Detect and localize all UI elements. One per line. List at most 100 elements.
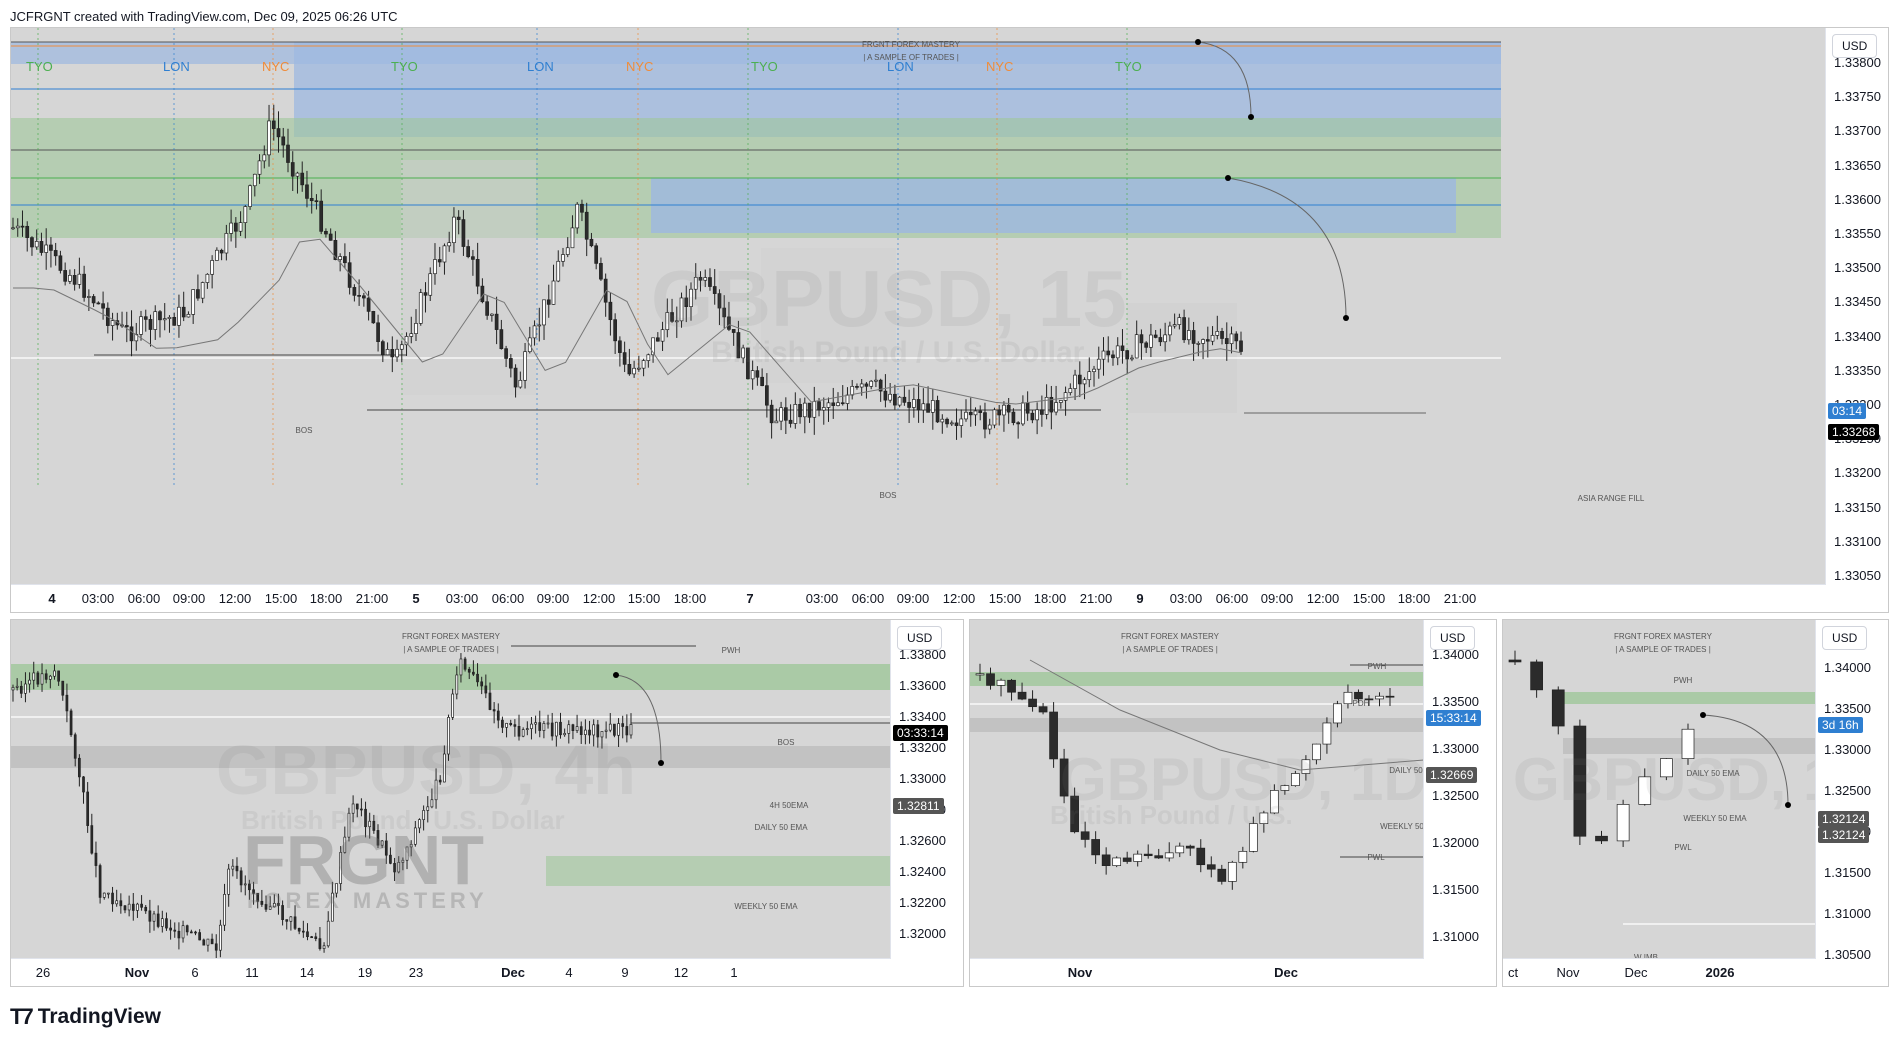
candle-body bbox=[257, 160, 262, 175]
candle-body bbox=[546, 299, 551, 305]
time-tick-label: 18:00 bbox=[673, 591, 707, 606]
main-price-axis[interactable]: USD 1.33800 1.33750 1.33700 1.33650 1.33600 1… bbox=[1825, 28, 1888, 612]
time-tick-label: 6 bbox=[191, 965, 199, 980]
candle-body bbox=[1101, 350, 1106, 360]
candle-body bbox=[1049, 711, 1058, 760]
h4-timer-tag: 03:33:14 bbox=[893, 725, 948, 741]
daily-chart-panel[interactable]: GBPUSD, 1D British Pound / U.S. FRGNT FO… bbox=[969, 619, 1497, 987]
candle-body bbox=[156, 913, 160, 927]
candle-body bbox=[409, 333, 414, 337]
candle-body bbox=[461, 219, 466, 247]
candle-body bbox=[452, 216, 456, 244]
candle-body bbox=[57, 670, 60, 682]
candle-body bbox=[1006, 404, 1011, 413]
candle-body bbox=[850, 386, 855, 396]
price-tick-label: 1.33150 bbox=[1834, 499, 1881, 515]
candle-body bbox=[864, 383, 869, 387]
candle-body bbox=[194, 931, 197, 934]
candle-body bbox=[1091, 839, 1100, 856]
time-tick-label: Nov bbox=[1556, 965, 1580, 980]
session-label: TYO bbox=[26, 59, 53, 74]
candle-body bbox=[613, 319, 617, 342]
candle-body bbox=[959, 418, 964, 426]
candle-body bbox=[859, 383, 864, 388]
daily-pwl-note: PWL bbox=[1367, 853, 1385, 862]
time-tick-label: 12:00 bbox=[218, 591, 252, 606]
candle-body bbox=[309, 198, 314, 202]
candle-body bbox=[229, 222, 233, 234]
candle-body bbox=[975, 673, 985, 676]
candle-body bbox=[883, 390, 888, 401]
time-tick-label: 06:00 bbox=[127, 591, 161, 606]
candle-body bbox=[513, 367, 518, 388]
candle-body bbox=[338, 256, 343, 260]
candle-body bbox=[98, 865, 102, 898]
candle-body bbox=[376, 322, 380, 342]
candle-body bbox=[1210, 335, 1215, 342]
candle-body bbox=[1175, 845, 1185, 854]
candle-body bbox=[185, 925, 189, 933]
main-chart-panel[interactable]: GBPUSD, 15 British Pound / U.S. Dollar F… bbox=[10, 27, 1889, 613]
price-tick-label: 1.33500 bbox=[1824, 701, 1871, 716]
tradingview-footer[interactable]: T7 TradingView bbox=[10, 1004, 161, 1030]
weekly-chart-panel[interactable]: GBPUSD, 1W FRGNT FOREX MASTERY | A SAMPL… bbox=[1502, 619, 1889, 987]
price-tick-label: 1.31000 bbox=[1824, 906, 1871, 921]
candle-body bbox=[821, 407, 826, 411]
candle-body bbox=[455, 674, 459, 695]
weekly-price-axis[interactable]: USD 1.340001.335001.330001.325001.320001… bbox=[1815, 620, 1888, 986]
session-label: NYC bbox=[986, 59, 1014, 74]
h4-time-axis[interactable]: 26 Nov 6 11 14 19 23 Dec 4 9 12 1 bbox=[11, 958, 891, 986]
candle-body bbox=[802, 402, 807, 418]
candle-body bbox=[632, 367, 636, 375]
time-tick-label: 06:00 bbox=[851, 591, 885, 606]
candle-body bbox=[1016, 422, 1021, 425]
main-last-price-tag: 1.33268 bbox=[1828, 424, 1880, 440]
h4-chart-panel[interactable]: GBPUSD, 4h British Pound / U.S. Dollar F… bbox=[10, 619, 964, 987]
main-watermark-name: British Pound / U.S. Dollar bbox=[711, 336, 1085, 369]
candle-body bbox=[534, 722, 537, 725]
price-tick-label: 1.32500 bbox=[1432, 788, 1479, 803]
candle-body bbox=[119, 900, 123, 907]
candle-body bbox=[921, 403, 926, 411]
time-tick-label: 12:00 bbox=[582, 591, 616, 606]
weekly-currency-button[interactable]: USD bbox=[1822, 626, 1868, 650]
candle-body bbox=[153, 311, 158, 330]
candle-body bbox=[480, 681, 484, 687]
candle-body bbox=[82, 776, 85, 793]
time-tick-label: Nov bbox=[124, 965, 150, 980]
candle-body bbox=[235, 865, 239, 872]
h4-emaw-note: WEEKLY 50 EMA bbox=[734, 902, 798, 911]
candle-body bbox=[243, 206, 248, 223]
candle-body bbox=[11, 227, 15, 230]
candle-body bbox=[248, 185, 252, 207]
time-tick-label: 03:00 bbox=[445, 591, 479, 606]
time-tick-label: 21:00 bbox=[1443, 591, 1477, 606]
price-tick-label: 1.32400 bbox=[899, 864, 946, 879]
green-zone bbox=[1563, 692, 1816, 704]
candle-body bbox=[494, 313, 499, 330]
candle-body bbox=[25, 225, 30, 238]
candle-body bbox=[1096, 358, 1101, 370]
h4-price-axis[interactable]: USD 1.33800 1.33600 1.33400 1.33200 1.33000 1… bbox=[890, 620, 963, 986]
candle-body bbox=[32, 672, 36, 681]
candle-body bbox=[817, 401, 821, 411]
time-tick-label: 18:00 bbox=[309, 591, 343, 606]
time-tick-label: 4 bbox=[565, 965, 573, 980]
weekly-time-axis[interactable]: ct Nov Dec 2026 bbox=[1503, 958, 1816, 986]
daily-time-axis[interactable]: Nov Dec bbox=[970, 958, 1424, 986]
candle-body bbox=[36, 672, 40, 685]
daily-price-axis[interactable]: USD 1.34000 1.33500 1.33000 1.32500 1.32000 1… bbox=[1423, 620, 1496, 986]
candle-body bbox=[191, 289, 196, 315]
main-asia-note: ASIA RANGE FILL bbox=[1577, 494, 1645, 503]
daily-title-note: FRGNT FOREX MASTERY bbox=[1121, 632, 1219, 641]
candle-body bbox=[205, 273, 210, 283]
price-tick-label: 1.33350 bbox=[1834, 362, 1881, 378]
candle-body bbox=[186, 314, 191, 318]
main-time-axis[interactable]: 4 03:00 06:00 09:00 12:00 15:00 18:00 21:00 5 03:… bbox=[11, 584, 1826, 612]
candle-body bbox=[322, 945, 326, 949]
candle-body bbox=[1058, 400, 1063, 403]
candle-body bbox=[48, 675, 52, 680]
candle-body bbox=[983, 412, 987, 430]
candle-body bbox=[599, 263, 603, 280]
candle-body bbox=[110, 320, 115, 326]
